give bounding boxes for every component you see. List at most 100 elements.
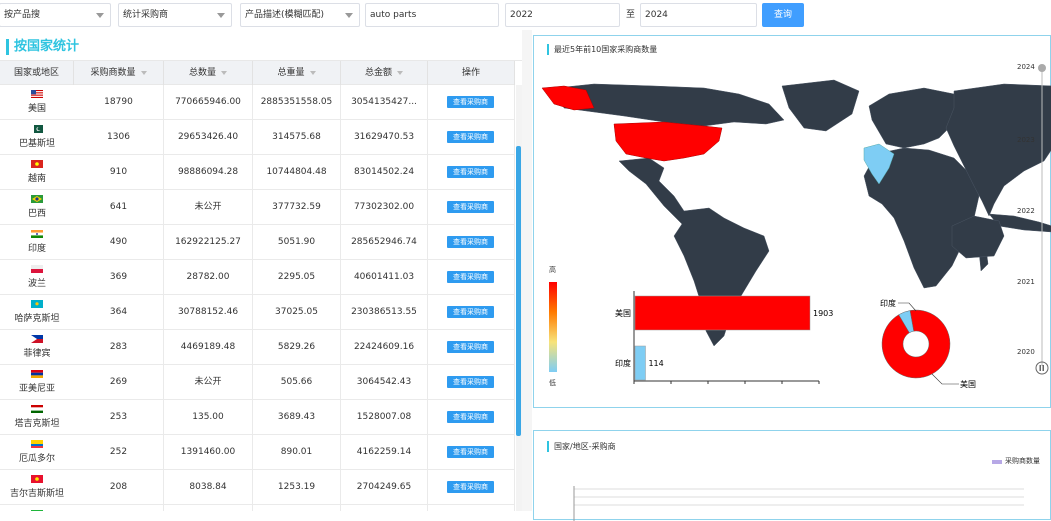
table-row: 乌兹别克斯坦2035979828.7231728.65108244044.50查… [0,505,515,511]
view-buyers-button[interactable]: 查看采购商 [447,201,494,213]
timeline-year[interactable]: 2022 [1017,207,1035,215]
bar-1[interactable] [634,345,646,381]
legend-low-label: 低 [549,379,556,387]
view-buyers-button[interactable]: 查看采购商 [447,341,494,353]
cell-buyers: 1306 [74,120,164,154]
cell-qty: 28782.00 [164,260,253,294]
keyword-input[interactable]: auto parts [365,3,499,27]
year-to-input[interactable]: 2024 [640,3,757,27]
country-name: 厄瓜多尔 [18,454,55,464]
col-country: 国家或地区 [0,61,74,85]
pie-slice-0[interactable] [881,309,951,379]
flag-kz-icon [31,300,43,308]
match-type-select[interactable]: 产品描述(模糊匹配) [240,3,360,27]
chevron-down-icon [96,13,104,18]
view-buyers-button[interactable]: 查看采购商 [447,376,494,388]
table-row: 波兰 369 28782.00 2295.05 40601411.03 查看采购商 [0,260,515,295]
timeline-year[interactable]: 2020 [1017,348,1035,356]
map-panel: 最近5年前10国家采购商数量 2024 2023 2022 2021 2020 … [533,35,1051,408]
country-name: 吉尔吉斯斯坦 [9,489,64,499]
timeline-handle[interactable] [1038,64,1046,72]
sort-icon[interactable] [397,70,403,75]
map-greenland [781,79,860,132]
cell-buyers: 283 [74,330,164,364]
bar-0[interactable] [634,295,811,331]
flag-am-icon [31,370,43,378]
cell-amount: 40601411.03 [341,260,428,294]
country-cell: 乌兹别克斯坦 [0,505,74,511]
cell-amount: 22424609.16 [341,330,428,364]
view-buyers-button[interactable]: 查看采购商 [447,306,494,318]
cell-amount: 285652946.74 [341,225,428,259]
table-row: 哈萨克斯坦 364 30788152.46 37025.05 230386513.55 查… [0,295,515,330]
flag-tj-icon [31,405,43,413]
table-row: 美国 18790 770665946.00 2885351558.05 30541354… [0,85,515,120]
sort-icon[interactable] [140,70,147,75]
country-cell: 波兰 [0,260,74,294]
year-from-input[interactable]: 2022 [505,3,620,27]
color-scale-bar[interactable] [549,282,557,372]
timeline-year[interactable]: 2024 [1017,63,1035,71]
view-buyers-button[interactable]: 查看采购商 [447,411,494,423]
buyers-line-chart [573,486,1024,521]
pie-label: 美国 [960,379,976,389]
cell-buyers: 641 [74,190,164,224]
country-cell: 亚美尼亚 [0,365,74,399]
map-usa [613,121,723,162]
country-name: 哈萨克斯坦 [14,314,60,324]
stat-type-select[interactable]: 统计采购商 [118,3,232,27]
filter-bar: 按产品搜 统计采购商 产品描述(模糊匹配) auto parts 2022 至 … [0,0,1051,30]
bar-value-label: 1903 [813,309,833,318]
bar-value-label: 114 [648,359,663,368]
cell-weight: 890.01 [253,435,341,469]
cell-weight: 31728.65 [253,505,341,511]
view-buyers-button[interactable]: 查看采购商 [447,271,494,283]
search-by-value: 按产品搜 [4,10,41,20]
cell-weight: 314575.68 [253,120,341,154]
cell-amount: 31629470.53 [341,120,428,154]
cell-amount: 3064542.43 [341,365,428,399]
country-cell: 菲律宾 [0,330,74,364]
sort-icon[interactable] [221,70,227,75]
bar-category-label: 美国 [615,308,631,318]
chevron-down-icon [345,13,353,18]
cell-amount: 1528007.08 [341,400,428,434]
col-qty[interactable]: 总数量 [164,61,253,85]
cell-weight: 1253.19 [253,470,341,504]
cell-buyers: 364 [74,295,164,329]
legend-high-label: 高 [549,266,556,274]
timeline-year[interactable]: 2021 [1017,278,1035,286]
cell-qty: 4469189.48 [164,330,253,364]
flag-ec-icon [31,440,43,448]
scrollbar-thumb[interactable] [516,146,521,436]
country-name: 巴基斯坦 [18,139,55,149]
sort-icon[interactable] [309,70,316,75]
keyword-value: auto parts [370,10,417,20]
col-action: 操作 [428,61,515,85]
map-europe [868,87,960,149]
cell-buyers: 253 [74,400,164,434]
country-name: 巴西 [27,209,46,219]
cell-qty: 1391460.00 [164,435,253,469]
section-title: 按国家统计 [6,39,79,55]
view-buyers-button[interactable]: 查看采购商 [447,236,494,248]
cell-qty: 5979828.72 [164,505,253,511]
timeline-year[interactable]: 2023 [1017,136,1035,144]
view-buyers-button[interactable]: 查看采购商 [447,166,494,178]
col-buyers[interactable]: 采购商数量 [74,61,164,85]
col-weight[interactable]: 总重量 [253,61,341,85]
view-buyers-button[interactable]: 查看采购商 [447,96,494,108]
cell-qty: 29653426.40 [164,120,253,154]
flag-us-icon [31,90,43,98]
col-amount[interactable]: 总金额 [341,61,428,85]
search-by-select[interactable]: 按产品搜 [0,3,111,27]
country-cell: 塔吉克斯坦 [0,400,74,434]
view-buyers-button[interactable]: 查看采购商 [447,481,494,493]
query-button[interactable]: 查询 [762,3,804,27]
view-buyers-button[interactable]: 查看采购商 [447,446,494,458]
country-cell: 巴基斯坦 [0,120,74,154]
view-buyers-button[interactable]: 查看采购商 [447,131,494,143]
cell-qty: 8038.84 [164,470,253,504]
country-name: 亚美尼亚 [18,384,55,394]
table-row: 塔吉克斯坦 253 135.00 3689.43 1528007.08 查看采购商 [0,400,515,435]
